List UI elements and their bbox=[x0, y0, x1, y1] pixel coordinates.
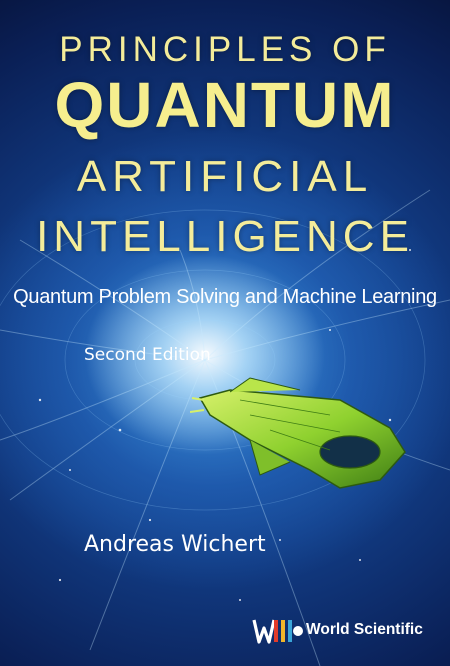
world-scientific-logo-icon bbox=[252, 619, 303, 644]
title-line-1: PRINCIPLES OF bbox=[59, 30, 391, 69]
title-line-2: QUANTUM bbox=[54, 69, 396, 141]
book-cover: PRINCIPLES OF QUANTUM ARTIFICIAL INTELLI… bbox=[0, 0, 450, 666]
book-author: Andreas Wichert bbox=[84, 532, 266, 557]
publisher-block: World Scientific bbox=[250, 610, 423, 650]
spaceship-illustration bbox=[190, 377, 406, 489]
book-edition: Second Edition bbox=[84, 345, 211, 365]
title-line-3: ARTIFICIAL bbox=[76, 152, 374, 201]
publisher-name: World Scientific bbox=[306, 621, 423, 638]
title-line-4: INTELLIGENCE bbox=[36, 212, 414, 261]
book-subtitle: Quantum Problem Solving and Machine Lear… bbox=[13, 286, 437, 308]
